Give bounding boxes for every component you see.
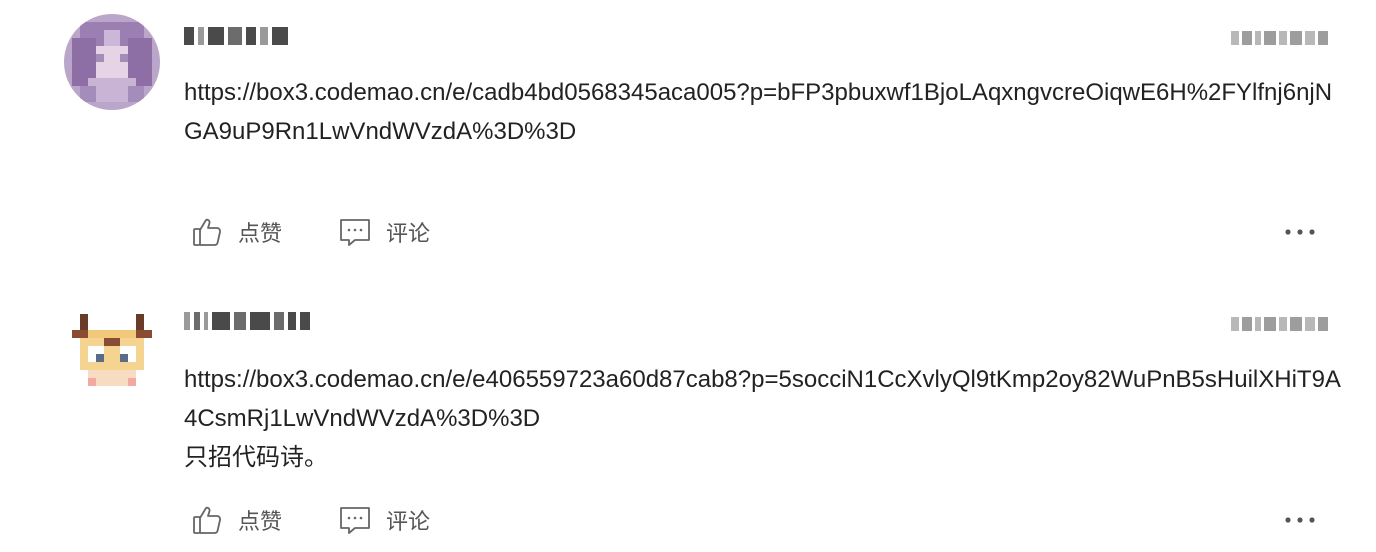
more-dots-icon	[1285, 229, 1315, 235]
comment-actions: 点赞 评论	[190, 500, 486, 540]
comment-actions: 点赞 评论	[190, 212, 486, 252]
comment-bubble-icon	[338, 215, 372, 249]
comment-label: 评论	[386, 221, 431, 246]
avatar[interactable]	[64, 306, 160, 402]
timestamp	[1231, 28, 1328, 48]
comment-button[interactable]: 评论	[338, 503, 430, 537]
thumbs-up-icon	[190, 215, 224, 249]
comment-label: 评论	[386, 509, 431, 534]
comment-button[interactable]: 评论	[338, 215, 430, 249]
avatar-image	[64, 306, 160, 402]
avatar[interactable]	[64, 14, 160, 110]
like-label: 点赞	[238, 509, 283, 534]
comment-bubble-icon	[338, 503, 372, 537]
comment-content: https://box3.codemao.cn/e/cadb4bd0568345…	[184, 79, 1333, 145]
username[interactable]	[184, 310, 310, 332]
thumbs-up-icon	[190, 503, 224, 537]
like-label: 点赞	[238, 221, 283, 246]
avatar-image	[64, 14, 160, 110]
username[interactable]	[184, 25, 288, 47]
more-button[interactable]	[1280, 505, 1320, 535]
comment-content: https://box3.codemao.cn/e/e406559723a60d…	[184, 366, 1341, 471]
like-button[interactable]: 点赞	[190, 215, 282, 249]
comment-item: https://box3.codemao.cn/e/cadb4bd0568345…	[0, 0, 1376, 276]
like-button[interactable]: 点赞	[190, 503, 282, 537]
more-button[interactable]	[1280, 217, 1320, 247]
timestamp	[1231, 314, 1328, 334]
more-dots-icon	[1285, 517, 1315, 523]
comment-item: https://box3.codemao.cn/e/e406559723a60d…	[0, 290, 1376, 552]
